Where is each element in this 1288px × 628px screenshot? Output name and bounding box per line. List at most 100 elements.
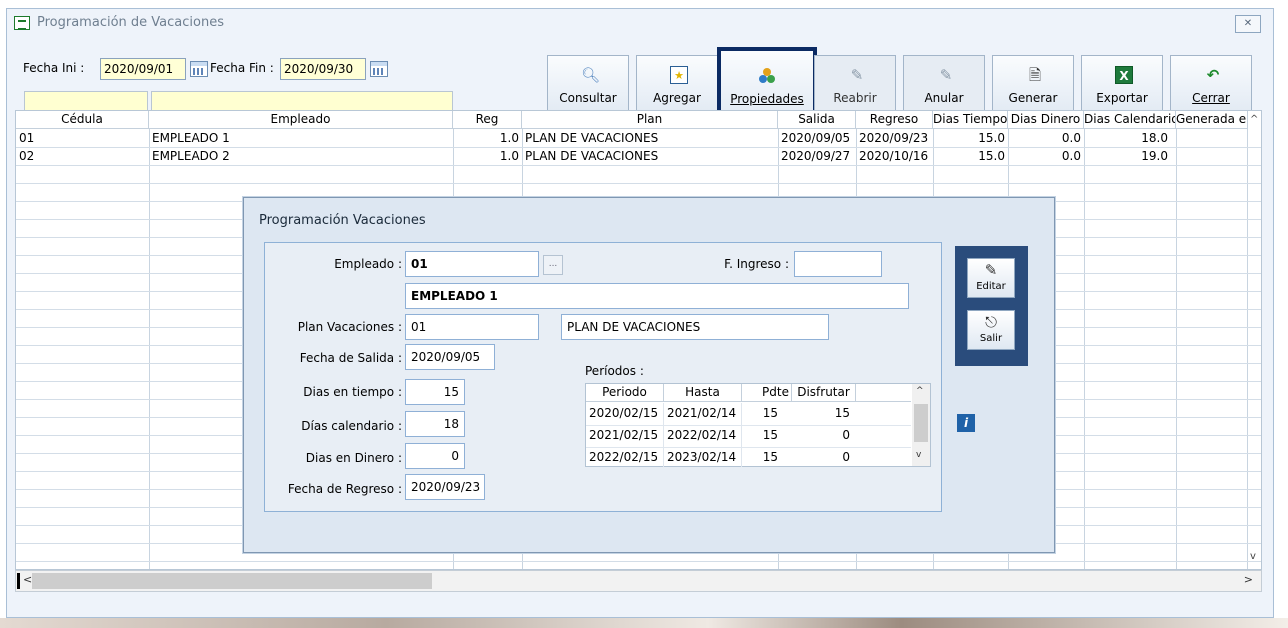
scrollbar-thumb[interactable] [32, 573, 432, 589]
hasta-cell[interactable]: 2023/02/14 [664, 447, 742, 467]
periodos-scrollbar[interactable]: ^ v [912, 384, 930, 466]
dias-calendario-label: Días calendario : [301, 419, 402, 433]
column-header-disfrutar[interactable]: Disfrutar [792, 384, 856, 402]
horizontal-scrollbar[interactable]: < > [15, 570, 1262, 592]
table-row-cedula[interactable]: 02 [16, 148, 149, 166]
table-row-regreso[interactable]: 2020/09/23 [856, 130, 933, 148]
column-header-empleado[interactable]: Empleado [149, 111, 453, 129]
disfrutar-cell[interactable]: 0 [792, 425, 856, 447]
edit-icon: ✎ [984, 261, 998, 279]
table-row-dias-calendario[interactable]: 18.0 [1084, 130, 1171, 148]
scroll-down-icon[interactable]: v [1250, 551, 1256, 562]
plan-name-field: PLAN DE VACACIONES [561, 314, 829, 340]
scroll-up-icon[interactable]: ^ [916, 386, 924, 396]
info-icon[interactable]: i [957, 414, 975, 432]
pdte-cell[interactable]: 15 [742, 447, 792, 467]
hasta-cell[interactable]: 2021/02/14 [664, 403, 742, 425]
table-row-dias-tiempo[interactable]: 15.0 [933, 130, 1008, 148]
table-row-regreso[interactable]: 2020/10/16 [856, 148, 933, 166]
exit-icon: ⎋ [985, 313, 997, 331]
empleado-label: Empleado : [334, 257, 402, 271]
consultar-button[interactable]: 🔍︎ Consultar [547, 55, 629, 111]
window-title: Programación de Vacaciones [37, 15, 224, 30]
generar-button[interactable]: 🗎 Generar [992, 55, 1074, 111]
table-row-dias-dinero[interactable]: 0.0 [1008, 148, 1084, 166]
pdte-cell[interactable]: 15 [742, 425, 792, 447]
column-header-hasta[interactable]: Hasta [664, 384, 742, 402]
periodo-cell[interactable]: 2021/02/15 [586, 425, 664, 447]
periodo-cell[interactable]: 2020/02/15 [586, 403, 664, 425]
cerrar-button[interactable]: ↶ Cerrar [1170, 55, 1252, 111]
dialog-form: Empleado : 01 ... F. Ingreso : EMPLEADO … [264, 242, 942, 512]
propiedades-button[interactable]: Propiedades [717, 47, 817, 119]
reopen-icon: ✎ [850, 66, 864, 84]
dias-dinero-label: Dias en Dinero : [305, 451, 402, 465]
periodos-label: Períodos : [585, 364, 644, 378]
dias-tiempo-input[interactable]: 15 [405, 379, 465, 405]
hasta-cell[interactable]: 2022/02/14 [664, 425, 742, 447]
cursor-marker [17, 573, 20, 589]
column-header-dias-tiempo[interactable]: Dias Tiempo [933, 111, 1008, 129]
table-row-reg[interactable]: 1.0 [453, 130, 522, 148]
table-row-empleado[interactable]: EMPLEADO 2 [149, 148, 453, 166]
periodo-cell[interactable]: 2022/02/15 [586, 447, 664, 467]
calendar-icon[interactable] [190, 61, 208, 77]
f-ingreso-input[interactable] [794, 251, 882, 277]
column-header-pdte[interactable]: Pdte [742, 384, 792, 402]
column-header-periodo[interactable]: Periodo [586, 384, 664, 402]
dialog-action-panel: ✎ Editar ⎋ Salir [955, 246, 1028, 366]
programacion-dialog: Programación Vacaciones Empleado : 01 ..… [243, 197, 1055, 553]
table-row-plan[interactable]: PLAN DE VACACIONES [522, 148, 778, 166]
fecha-salida-input[interactable]: 2020/09/05 [405, 344, 495, 370]
disfrutar-cell[interactable]: 0 [792, 447, 856, 467]
reabrir-button[interactable]: ✎ Reabrir [814, 55, 896, 111]
fecha-regreso-label: Fecha de Regreso : [287, 482, 402, 496]
scroll-up-icon[interactable]: ^ [1250, 114, 1258, 125]
fecha-fin-input[interactable]: 2020/09/30 [280, 58, 366, 80]
table-row-empleado[interactable]: EMPLEADO 1 [149, 130, 453, 148]
column-header-salida[interactable]: Salida [778, 111, 856, 129]
fecha-regreso-input[interactable]: 2020/09/23 [405, 474, 485, 500]
exportar-button[interactable]: X Exportar [1081, 55, 1163, 111]
table-row-dias-calendario[interactable]: 19.0 [1084, 148, 1171, 166]
column-header-plan[interactable]: Plan [522, 111, 778, 129]
title-bar: Programación de Vacaciones ✕ [7, 9, 1273, 37]
app-icon [14, 16, 30, 30]
calendar-icon[interactable] [370, 61, 388, 77]
scroll-right-button[interactable]: > [1244, 573, 1253, 586]
salir-button[interactable]: ⎋ Salir [967, 310, 1015, 350]
scroll-left-button[interactable]: < [23, 573, 32, 586]
column-header-dias-dinero[interactable]: Dias Dinero [1008, 111, 1084, 129]
periodos-table[interactable]: Periodo Hasta Pdte Disfrutar 2020/02/15 … [585, 383, 931, 467]
dias-calendario-input[interactable]: 18 [405, 411, 465, 437]
close-button[interactable]: ✕ [1235, 15, 1261, 33]
column-header-regreso[interactable]: Regreso [856, 111, 933, 129]
table-row-dias-dinero[interactable]: 0.0 [1008, 130, 1084, 148]
column-header-cedula[interactable]: Cédula [16, 111, 149, 129]
table-row-reg[interactable]: 1.0 [453, 148, 522, 166]
column-header-generada-en[interactable]: Generada en [1176, 111, 1248, 129]
anular-button[interactable]: ✎ Anular [903, 55, 985, 111]
fecha-salida-label: Fecha de Salida : [299, 351, 402, 365]
table-row-plan[interactable]: PLAN DE VACACIONES [522, 130, 778, 148]
scrollbar-thumb[interactable] [914, 404, 928, 442]
document-icon: 🗎 [1028, 66, 1042, 84]
column-header-reg[interactable]: Reg [453, 111, 522, 129]
excel-icon: X [1115, 66, 1133, 84]
fecha-ini-input[interactable]: 2020/09/01 [100, 58, 186, 80]
table-row-cedula[interactable]: 01 [16, 130, 149, 148]
lookup-button[interactable]: ... [543, 255, 563, 275]
table-row-dias-tiempo[interactable]: 15.0 [933, 148, 1008, 166]
pdte-cell[interactable]: 15 [742, 403, 792, 425]
table-row-salida[interactable]: 2020/09/27 [778, 148, 856, 166]
plan-code-input[interactable]: 01 [405, 314, 539, 340]
editar-button[interactable]: ✎ Editar [967, 258, 1015, 298]
scroll-down-icon[interactable]: v [916, 450, 921, 460]
disfrutar-cell[interactable]: 15 [792, 403, 856, 425]
table-row-salida[interactable]: 2020/09/05 [778, 130, 856, 148]
agregar-button[interactable]: ★ Agregar [636, 55, 718, 111]
column-header-dias-calendario[interactable]: Dias Calendario [1084, 111, 1176, 129]
empleado-code-input[interactable]: 01 [405, 251, 539, 277]
undo-icon: ↶ [1206, 66, 1220, 84]
dias-dinero-input[interactable]: 0 [405, 443, 465, 469]
